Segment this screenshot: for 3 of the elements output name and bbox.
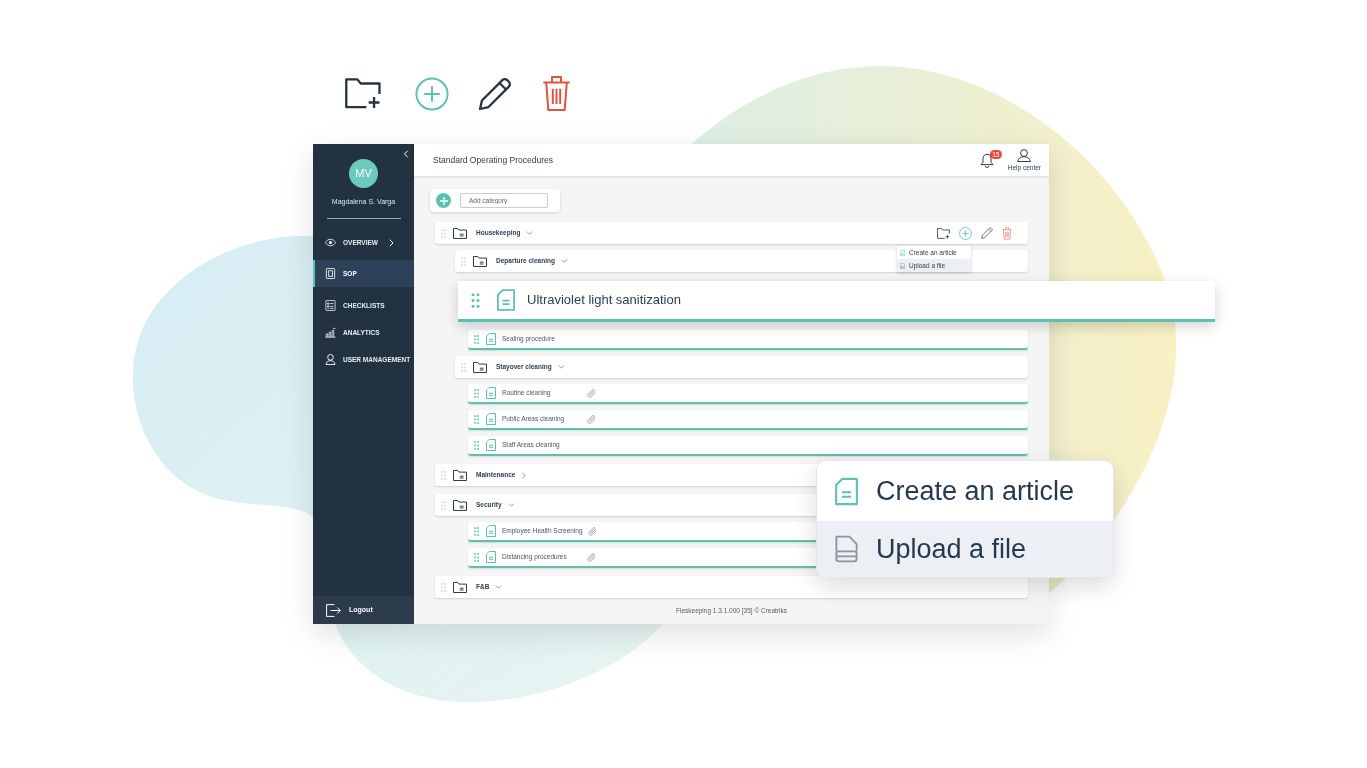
user-avatar: MV xyxy=(349,159,378,188)
page-title: Standard Operating Procedures xyxy=(433,153,554,167)
article-title: Ultraviolet light sanitization xyxy=(527,291,681,310)
